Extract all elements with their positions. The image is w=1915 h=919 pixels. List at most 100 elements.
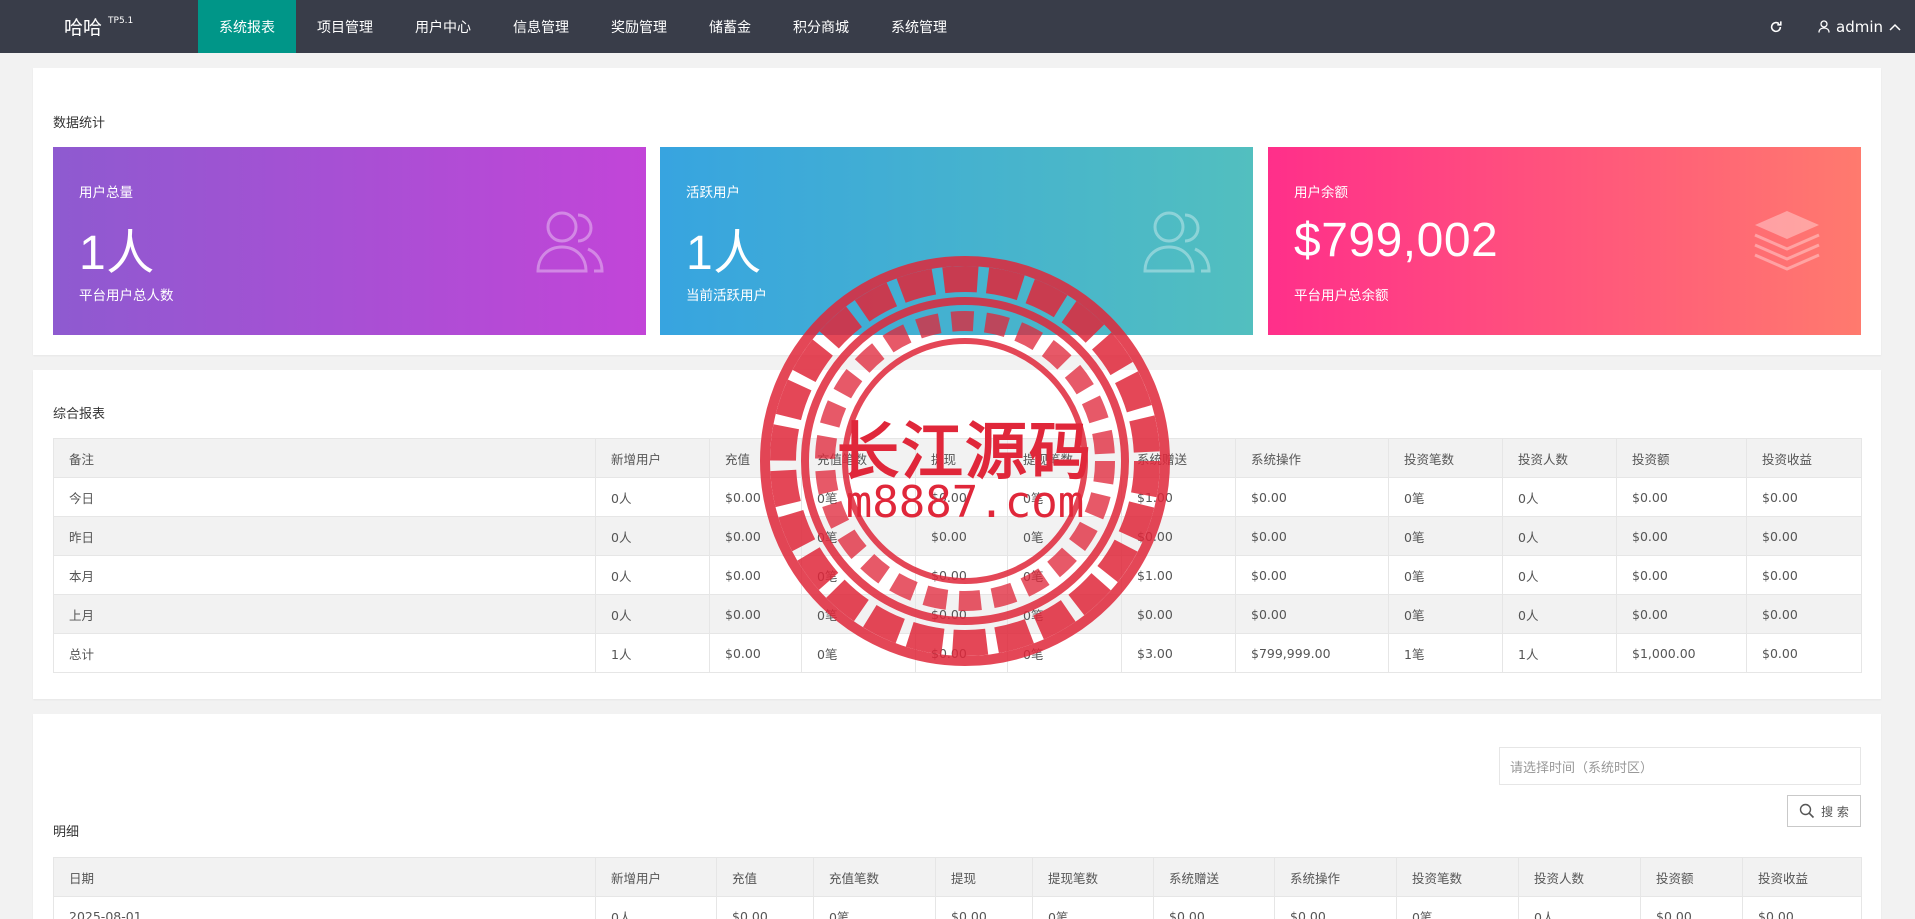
nav-item[interactable]: 用户中心 [394, 0, 492, 53]
brand-name: 哈哈 [64, 17, 103, 39]
time-picker-input[interactable]: 请选择时间（系统时区） [1499, 747, 1861, 785]
table-cell: $0.00 [1746, 477, 1862, 517]
table-cell: 0笔 [1007, 555, 1122, 595]
table-cell: 2025-08-01 [53, 896, 596, 919]
table-cell: 0人 [1502, 555, 1617, 595]
table-cell: $1,000.00 [1616, 633, 1747, 673]
column-header: 投资额 [1616, 438, 1747, 478]
column-header: 新增用户 [595, 438, 710, 478]
column-header: 投资人数 [1502, 438, 1617, 478]
table-cell: $0.00 [1746, 555, 1862, 595]
nav-item[interactable]: 奖励管理 [590, 0, 688, 53]
stat-card-total-users: 用户总量 1人 平台用户总人数 [53, 147, 646, 335]
table-cell: 1人 [1502, 633, 1617, 673]
nav-item[interactable]: 信息管理 [492, 0, 590, 53]
nav-item[interactable]: 储蓄金 [688, 0, 772, 53]
table-cell: $0.00 [709, 594, 802, 634]
table-cell: 1笔 [1388, 633, 1503, 673]
stat-sub: 平台用户总余额 [1294, 288, 1389, 304]
column-header: 充值笔数 [801, 438, 916, 478]
nav-item[interactable]: 项目管理 [296, 0, 394, 53]
chevron-up-icon [1889, 23, 1901, 31]
report-panel: 综合报表 备注 新增用户 充值 充值笔数 提现 提现笔数 系统赠送 系统操作 投资笔数 投资人数投… [33, 370, 1881, 699]
table-cell: $0.00 [1235, 477, 1389, 517]
table-cell: $0.00 [1616, 516, 1747, 556]
column-header: 投资人数 [1518, 857, 1641, 897]
stats-panel: 数据统计 用户总量 1人 平台用户总人数 活跃用户 1人 当前活跃用户 用户余额… [33, 68, 1881, 355]
column-header: 提现 [935, 857, 1033, 897]
column-header: 系统操作 [1274, 857, 1397, 897]
table-cell: $0.00 [1235, 594, 1389, 634]
table-cell: $0.00 [1616, 594, 1747, 634]
column-header: 提现 [915, 438, 1008, 478]
table-cell: $0.00 [709, 516, 802, 556]
layers-icon [1754, 211, 1820, 271]
search-button[interactable]: 搜 索 [1787, 795, 1861, 827]
table-cell: $0.00 [709, 633, 802, 673]
table-cell: $0.00 [1746, 594, 1862, 634]
column-header: 投资笔数 [1388, 438, 1503, 478]
table-row: 2025-08-01 0人 $0.00 0笔 $0.00 0笔 $0.00 $0.00 0笔 0人… [53, 896, 1862, 919]
stat-label: 用户总量 [79, 185, 133, 201]
refresh-icon [1770, 20, 1782, 32]
stat-label: 用户余额 [1294, 185, 1348, 201]
table-cell: 0笔 [1007, 516, 1122, 556]
stat-card-user-balance: 用户余额 $799,002 平台用户总余额 [1268, 147, 1861, 335]
column-header: 系统赠送 [1121, 438, 1236, 478]
table-cell: 0笔 [1396, 896, 1519, 919]
brand-logo[interactable]: 哈哈 TP5.1 [0, 0, 198, 53]
users-icon [1143, 211, 1211, 273]
column-header: 充值笔数 [813, 857, 936, 897]
table-cell: 0笔 [1007, 477, 1122, 517]
table-cell: 0笔 [1388, 555, 1503, 595]
table-cell: 0笔 [801, 594, 916, 634]
table-cell: 0笔 [1032, 896, 1154, 919]
table-cell: 0人 [595, 477, 710, 517]
refresh-button[interactable] [1746, 0, 1806, 53]
column-header: 充值 [709, 438, 802, 478]
table-cell: 0人 [1502, 477, 1617, 517]
table-cell: 0人 [1502, 594, 1617, 634]
table-cell: $0.00 [1746, 633, 1862, 673]
table-cell: 0笔 [1388, 594, 1503, 634]
column-header: 系统赠送 [1153, 857, 1275, 897]
table-cell: $0.00 [1121, 594, 1236, 634]
table-cell: 0人 [1502, 516, 1617, 556]
stat-value: $799,002 [1294, 214, 1499, 267]
nav-item[interactable]: 积分商城 [772, 0, 870, 53]
column-header: 投资笔数 [1396, 857, 1519, 897]
table-cell: $0.00 [915, 516, 1008, 556]
table-cell: 0笔 [801, 477, 916, 517]
table-cell: 0笔 [1388, 516, 1503, 556]
search-icon [1799, 803, 1815, 819]
table-row: 今日 0人 $0.00 0笔 $0.00 0笔 $1.00 $0.00 0笔 0人 $0.00 $0.… [53, 477, 1862, 517]
nav-item[interactable]: 系统管理 [870, 0, 968, 53]
detail-header-row: 日期 新增用户 充值 充值笔数 提现 提现笔数 系统赠送 系统操作 投资笔数 投资人数 投资额 投资收… [53, 857, 1862, 897]
table-cell: 0笔 [1007, 594, 1122, 634]
report-table: 备注 新增用户 充值 充值笔数 提现 提现笔数 系统赠送 系统操作 投资笔数 投资人数 投资额 投资收… [53, 438, 1862, 673]
table-cell: 本月 [53, 555, 596, 595]
table-cell: $799,999.00 [1235, 633, 1389, 673]
stats-title: 数据统计 [53, 116, 106, 131]
nav-item[interactable]: 系统报表 [198, 0, 296, 53]
table-row: 总计 1人 $0.00 0笔 $0.00 0笔 $3.00 $799,999.00 1笔 1人 $1… [53, 633, 1862, 673]
stat-sub: 平台用户总人数 [79, 288, 174, 304]
table-cell: 0人 [595, 555, 710, 595]
table-cell: $0.00 [1274, 896, 1397, 919]
column-header: 新增用户 [595, 857, 717, 897]
table-cell: 0笔 [813, 896, 936, 919]
stat-label: 活跃用户 [686, 185, 740, 201]
table-cell: 0笔 [801, 633, 916, 673]
table-cell: $0.00 [1640, 896, 1743, 919]
user-menu[interactable]: admin [1806, 0, 1915, 53]
stat-value: 1人 [686, 227, 762, 280]
top-navbar: 哈哈 TP5.1 系统报表 项目管理 用户中心 信息管理 奖励管理 储蓄金 积分商城 系统管理 … [0, 0, 1915, 53]
table-cell: $0.00 [709, 477, 802, 517]
table-cell: $0.00 [709, 555, 802, 595]
table-row: 本月 0人 $0.00 0笔 $0.00 0笔 $1.00 $0.00 0笔 0人 $0.00 $0.… [53, 555, 1862, 595]
table-cell: $0.00 [1746, 516, 1862, 556]
user-icon [1818, 20, 1830, 33]
table-cell: $0.00 [915, 555, 1008, 595]
column-header: 日期 [53, 857, 596, 897]
table-cell: $0.00 [1616, 477, 1747, 517]
